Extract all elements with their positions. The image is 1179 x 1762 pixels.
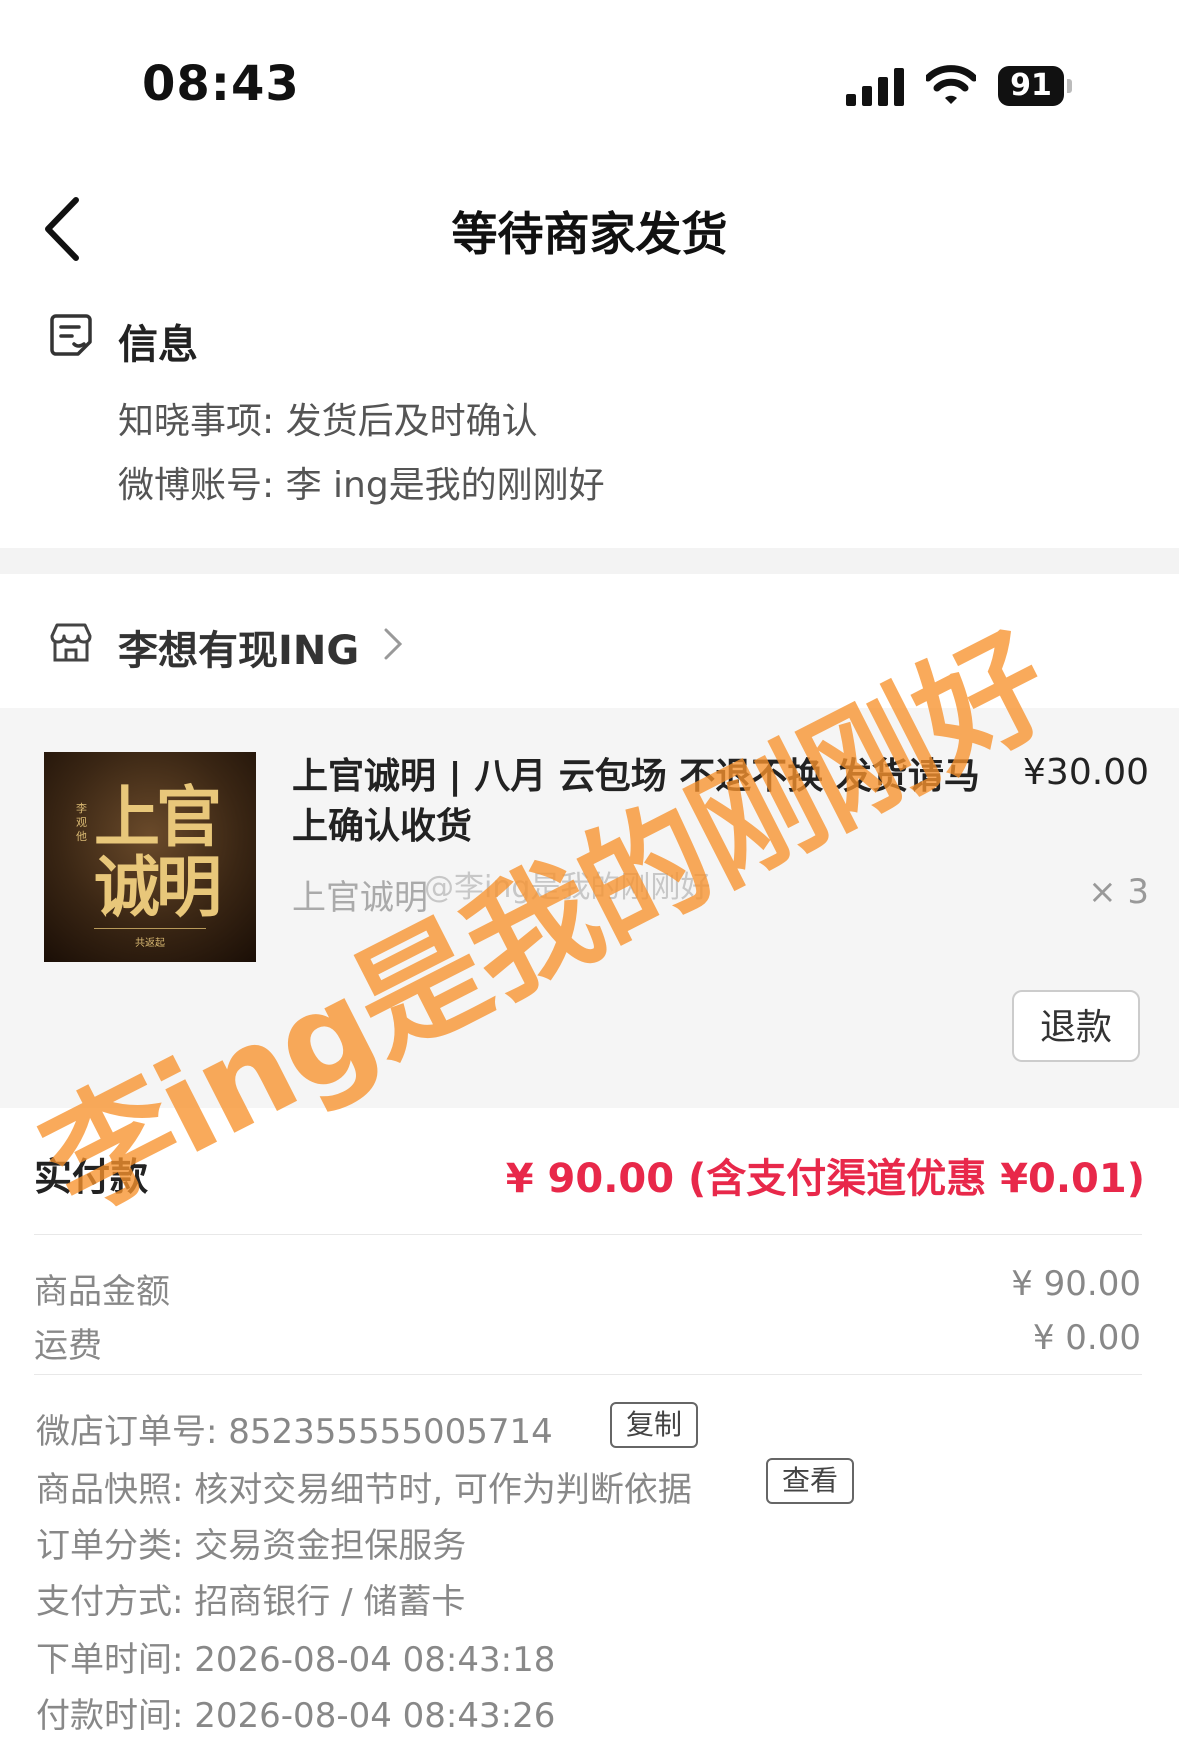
product-snapshot: 商品快照: 核对交易细节时, 可作为判断依据 xyxy=(36,1470,692,1510)
wifi-icon xyxy=(926,65,976,104)
signal-icon xyxy=(846,68,904,106)
copy-button[interactable]: 复制 xyxy=(610,1402,698,1448)
product-image-footer: 共返起 xyxy=(135,938,165,949)
order-time: 下单时间: 2026-08-04 08:43:18 xyxy=(36,1640,556,1680)
goods-amount-value: ¥ 90.00 xyxy=(1011,1264,1141,1304)
shipping-fee-value: ¥ 0.00 xyxy=(1032,1318,1141,1358)
payment-method: 支付方式: 招商银行 / 储蓄卡 xyxy=(36,1582,466,1622)
status-time: 08:43 xyxy=(142,56,300,112)
battery-icon: 91 xyxy=(998,66,1074,106)
divider xyxy=(34,1374,1142,1375)
section-divider xyxy=(0,548,1179,574)
paid-amount-value: ¥ 90.00 (含支付渠道优惠 ¥0.01) xyxy=(505,1156,1145,1202)
product-image-side-text: 李观他 xyxy=(76,802,87,843)
shop-icon xyxy=(50,623,92,662)
product-image-title: 上官诚明 xyxy=(94,778,222,926)
page-title: 等待商家发货 xyxy=(451,207,728,261)
view-snapshot-button[interactable]: 查看 xyxy=(766,1458,854,1504)
battery-level: 91 xyxy=(998,66,1064,106)
product-quantity: × 3 xyxy=(1088,872,1149,912)
chevron-right-icon[interactable] xyxy=(382,626,404,662)
message-icon xyxy=(50,314,92,356)
shipping-fee-label: 运费 xyxy=(34,1326,102,1366)
refund-button[interactable]: 退款 xyxy=(1012,990,1140,1062)
payment-time: 付款时间: 2026-08-04 08:43:26 xyxy=(36,1696,556,1736)
info-weibo-account: 微博账号: 李 ing是我的刚刚好 xyxy=(118,465,605,506)
shop-name-link[interactable]: 李想有现ING xyxy=(118,618,359,676)
divider xyxy=(34,1234,1142,1235)
info-section-title: 信息 xyxy=(118,322,198,368)
product-image[interactable]: 李观他 上官诚明 共返起 xyxy=(44,752,256,962)
goods-amount-label: 商品金额 xyxy=(34,1272,170,1312)
info-notice: 知晓事项: 发货后及时确认 xyxy=(118,401,538,442)
order-category: 订单分类: 交易资金担保服务 xyxy=(36,1526,467,1566)
order-number: 微店订单号: 852355555005714 xyxy=(36,1412,553,1452)
